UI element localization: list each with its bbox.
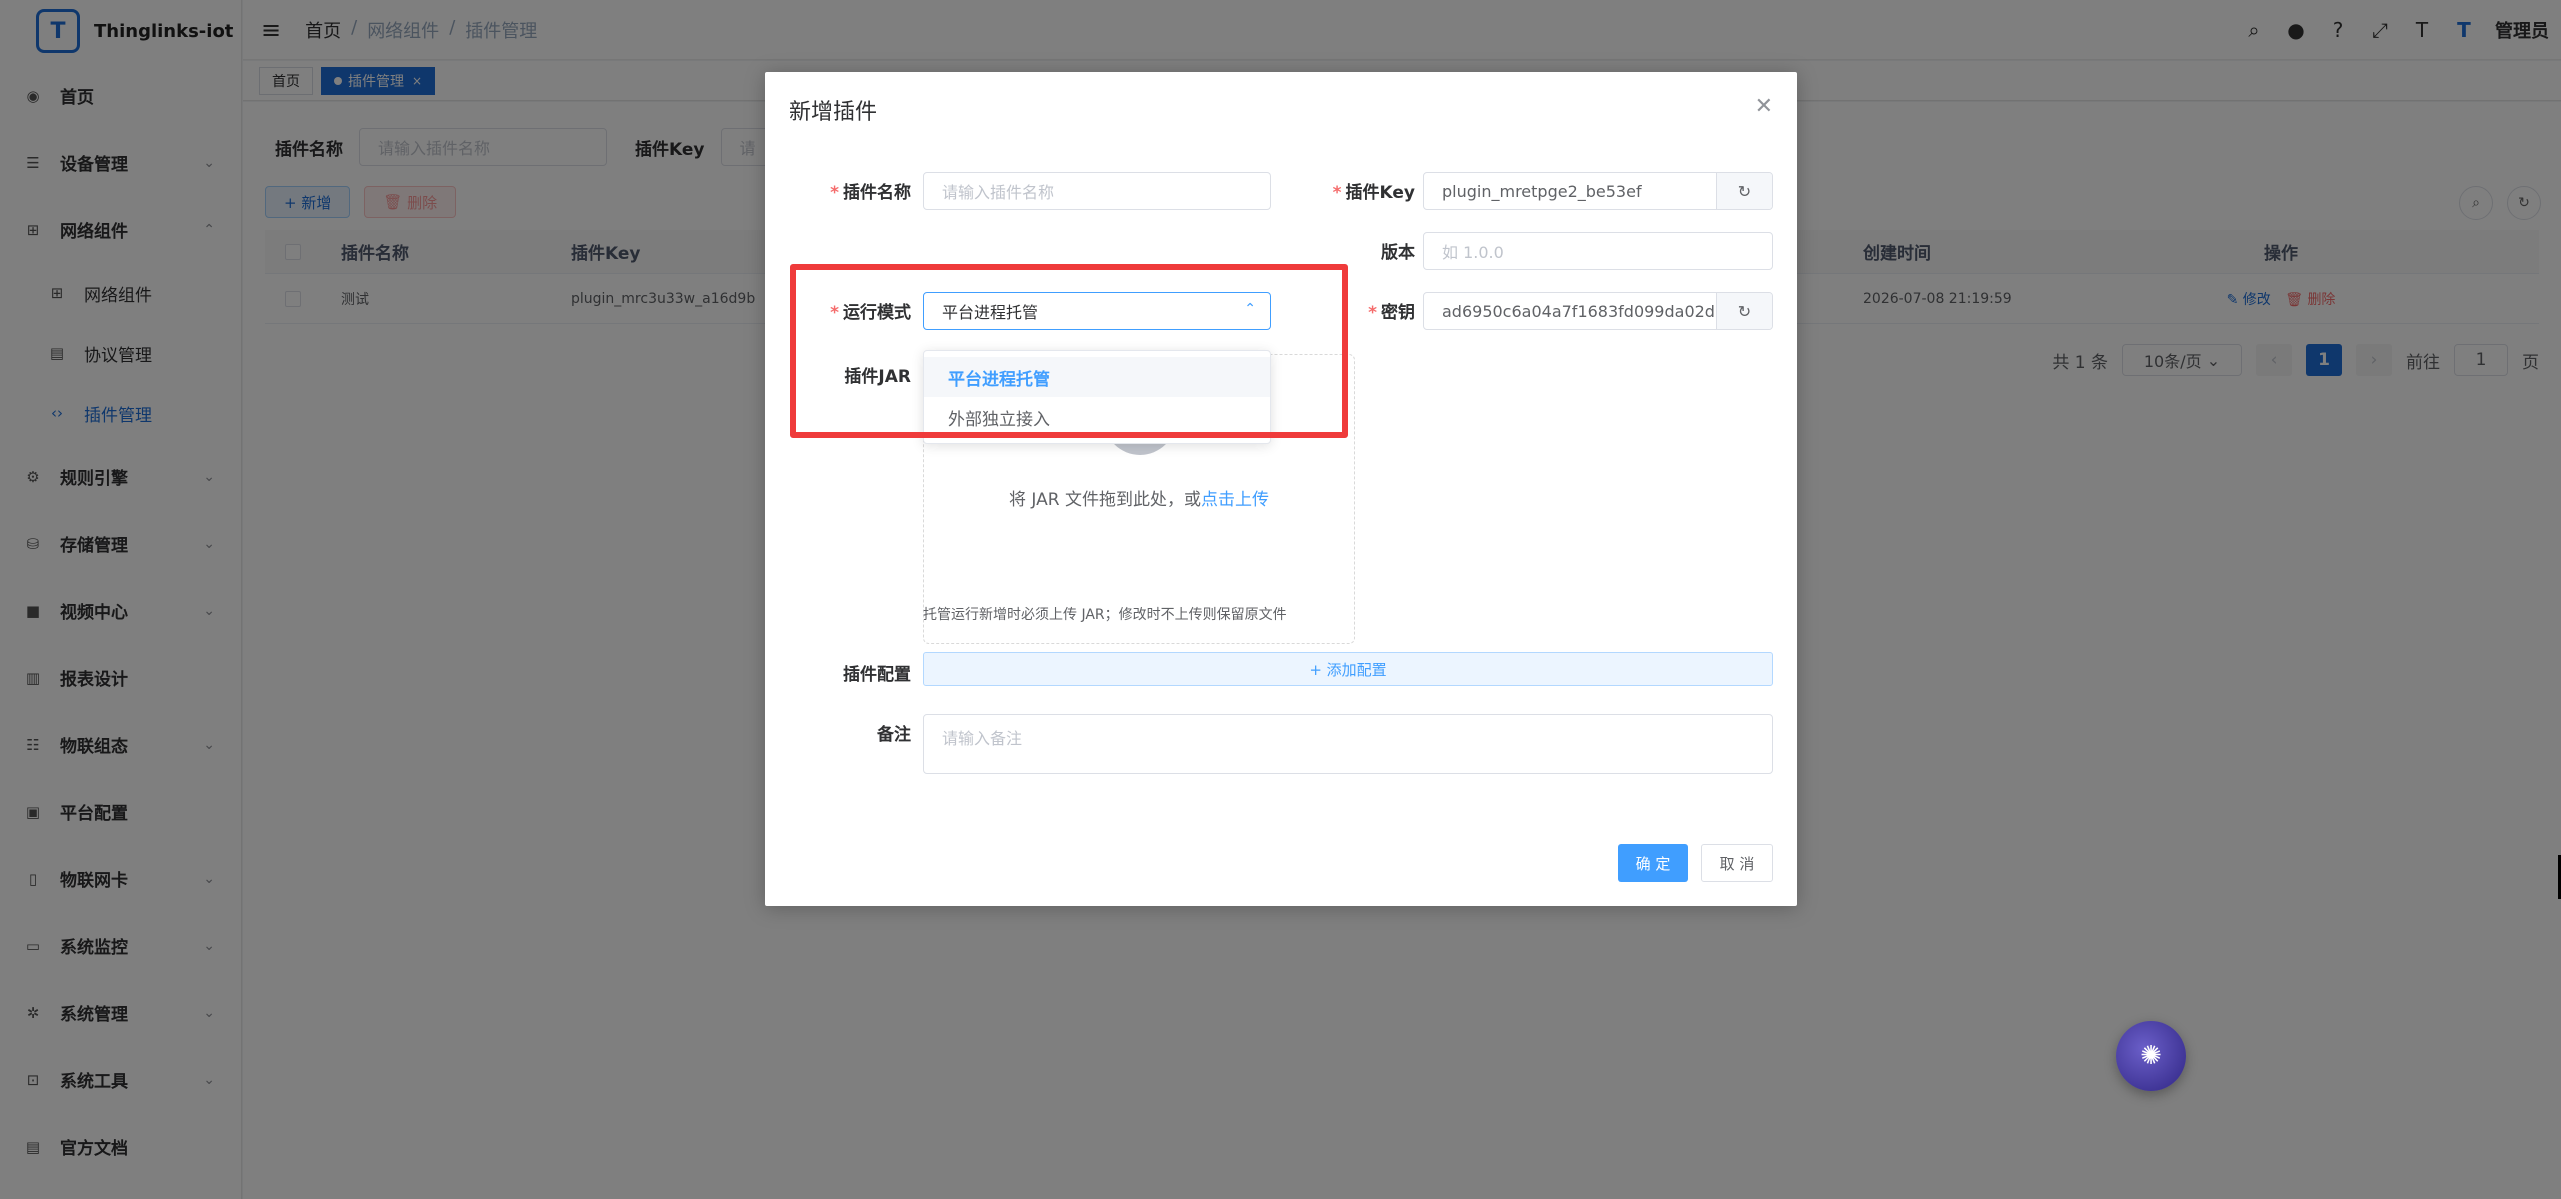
version-input[interactable]: 如 1.0.0: [1423, 232, 1773, 270]
secret-value: ad6950c6a04a7f1683fd099da02db6c: [1442, 301, 1745, 321]
mode-label: * 运行模式: [791, 298, 911, 323]
assistant-float-button[interactable]: ✺: [2116, 1021, 2186, 1091]
upload-hint: 将 JAR 文件拖到此处，或: [1009, 490, 1201, 510]
jar-label: 插件JAR: [791, 362, 911, 387]
option-external[interactable]: 外部独立接入: [924, 397, 1270, 437]
sparkle-icon: ✺: [2140, 1041, 2162, 1071]
plugin-name-input[interactable]: 请输入插件名称: [923, 172, 1271, 210]
add-plugin-dialog: 新增插件 ✕ * 插件名称 请输入插件名称 * 插件Key plugin_mretp…: [765, 72, 1797, 906]
regenerate-secret-button[interactable]: ↻: [1716, 293, 1772, 329]
key-label: * 插件Key: [1295, 178, 1415, 203]
required-mark: *: [1332, 183, 1342, 203]
plugin-key-input[interactable]: plugin_mretpge2_be53ef ↻: [1423, 172, 1773, 210]
add-config-button[interactable]: + 添加配置: [923, 652, 1773, 686]
upload-link[interactable]: 点击上传: [1201, 490, 1269, 510]
version-label: 版本: [1295, 238, 1415, 263]
option-platform-hosted[interactable]: 平台进程托管: [924, 357, 1270, 397]
mode-label-text: 运行模式: [843, 303, 911, 323]
secret-input[interactable]: ad6950c6a04a7f1683fd099da02db6c ↻: [1423, 292, 1773, 330]
remark-label: 备注: [791, 720, 911, 745]
run-mode-dropdown: 平台进程托管 外部独立接入: [923, 350, 1271, 444]
config-label-text: 插件配置: [843, 665, 911, 685]
upload-text: 将 JAR 文件拖到此处，或点击上传: [924, 485, 1354, 510]
key-label-text: 插件Key: [1345, 183, 1416, 203]
required-mark: *: [830, 303, 839, 323]
required-mark: *: [830, 183, 839, 203]
dialog-title: 新增插件: [789, 100, 878, 125]
secret-label-text: 密钥: [1381, 303, 1415, 323]
upload-tip: 托管运行新增时必须上传 JAR；修改时不上传则保留原文件: [923, 607, 1287, 623]
jar-label-text: 插件JAR: [844, 367, 911, 387]
run-mode-value: 平台进程托管: [942, 303, 1039, 322]
refresh-icon: ↻: [1737, 181, 1752, 201]
config-label: 插件配置: [791, 660, 911, 685]
required-mark: *: [1368, 303, 1377, 323]
chevron-up-icon: ⌃: [1244, 301, 1256, 317]
confirm-button[interactable]: 确 定: [1618, 844, 1688, 882]
name-label-text: 插件名称: [843, 183, 911, 203]
plugin-key-value: plugin_mretpge2_be53ef: [1442, 181, 1642, 201]
close-icon[interactable]: ✕: [1755, 94, 1773, 119]
version-label-text: 版本: [1381, 243, 1415, 263]
remark-textarea[interactable]: 请输入备注: [923, 714, 1773, 774]
name-label: * 插件名称: [791, 178, 911, 203]
cancel-button[interactable]: 取 消: [1701, 844, 1773, 882]
secret-label: * 密钥: [1295, 298, 1415, 323]
regenerate-key-button[interactable]: ↻: [1716, 173, 1772, 209]
refresh-icon: ↻: [1737, 301, 1752, 321]
run-mode-select[interactable]: 平台进程托管 ⌃: [923, 292, 1271, 330]
remark-label-text: 备注: [877, 725, 911, 745]
